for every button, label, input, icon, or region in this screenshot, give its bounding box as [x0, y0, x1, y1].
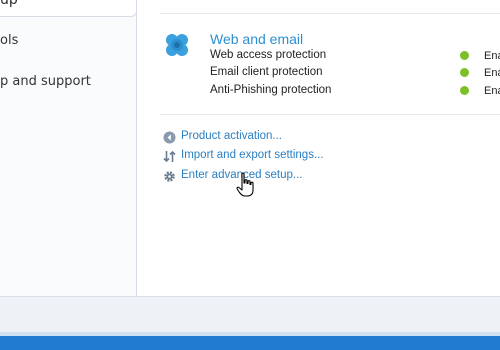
sidebar-item-tools[interactable]: ols: [0, 33, 18, 48]
divider: [160, 114, 500, 115]
gear-icon: [164, 171, 175, 182]
status-text: Ena: [484, 85, 500, 97]
status-dot-icon: [460, 68, 469, 77]
hand-cursor-icon: [236, 172, 254, 197]
web-email-icon: [166, 34, 188, 56]
divider: [160, 13, 500, 14]
feature-email-client-protection[interactable]: Email client protection: [210, 66, 323, 78]
activation-icon: [163, 131, 176, 144]
link-label: Import and export settings...: [181, 149, 324, 161]
sidebar: up ols p and support: [0, 0, 137, 296]
import-export-icon: [163, 150, 176, 163]
sidebar-item-label: ols: [0, 33, 19, 48]
section-title[interactable]: Web and email: [210, 31, 303, 47]
taskbar: [0, 336, 500, 350]
status-text: Ena: [484, 50, 500, 62]
link-label: Product activation...: [181, 130, 282, 142]
status-dot-icon: [460, 86, 469, 95]
sidebar-item-setup[interactable]: up: [0, 0, 136, 17]
main-panel: [137, 0, 500, 296]
feature-web-access-protection[interactable]: Web access protection: [210, 49, 326, 61]
footer-bar: [0, 296, 500, 333]
status-text: Ena: [484, 67, 500, 79]
sidebar-item-help-and-support[interactable]: p and support: [0, 74, 91, 89]
sidebar-item-label: p and support: [0, 74, 91, 89]
status-dot-icon: [460, 51, 469, 60]
feature-anti-phishing-protection[interactable]: Anti-Phishing protection: [210, 84, 331, 96]
sidebar-item-label: up: [0, 0, 18, 8]
